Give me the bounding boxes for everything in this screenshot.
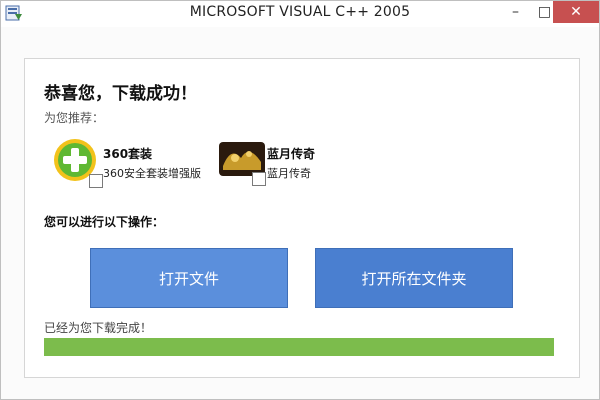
success-heading: 恭喜您，下载成功！	[44, 84, 197, 104]
recommend-label: 为您推荐：	[44, 111, 105, 125]
title-bar: MICROSOFT VISUAL C++ 2005 – □ ✕	[1, 1, 599, 27]
content-panel: 恭喜您，下载成功！ 为您推荐： 360套装 360安全套装增强版 蓝月传奇 蓝月…	[24, 58, 580, 378]
open-folder-button[interactable]: 打开所在文件夹	[315, 248, 513, 308]
operations-label: 您可以进行以下操作：	[44, 215, 165, 229]
recommendation-checkbox[interactable]	[89, 174, 103, 188]
open-file-button[interactable]: 打开文件	[90, 248, 288, 308]
installer-window: MICROSOFT VISUAL C++ 2005 – □ ✕ 恭喜您，下载成功…	[0, 0, 600, 400]
minimize-button[interactable]: –	[501, 1, 530, 23]
recommendation-item-360[interactable]: 360套装 360安全套装增强版	[51, 136, 241, 188]
download-progress-fill	[44, 338, 554, 356]
close-button[interactable]: ✕	[553, 1, 599, 23]
download-status: 已经为您下载完成！	[44, 321, 153, 335]
recommendation-subtitle: 360安全套装增强版	[103, 167, 201, 180]
recommendation-checkbox[interactable]	[252, 172, 266, 186]
recommendation-item-game[interactable]: 蓝月传奇 蓝月传奇	[217, 136, 377, 188]
recommendation-title: 360套装	[103, 147, 153, 161]
recommendation-title: 蓝月传奇	[267, 147, 316, 161]
recommendation-subtitle: 蓝月传奇	[267, 167, 311, 180]
download-progress-bar	[44, 338, 554, 356]
